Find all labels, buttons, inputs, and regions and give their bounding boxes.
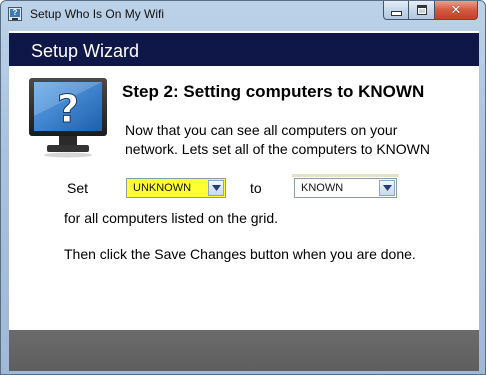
set-label: Set <box>67 180 89 196</box>
chevron-down-icon <box>211 185 221 191</box>
to-dropdown-button[interactable] <box>379 180 395 196</box>
from-dropdown-button[interactable] <box>208 180 224 196</box>
to-label: to <box>250 180 262 196</box>
close-button[interactable]: ✕ <box>435 1 478 20</box>
intro-text-line-1: Now that you can see all computers on yo… <box>125 122 398 138</box>
intro-text-line-2: network. Lets set all of the computers t… <box>125 141 431 157</box>
app-icon-glyph: ? <box>10 9 20 17</box>
minimize-icon <box>390 10 402 16</box>
close-icon: ✕ <box>450 2 462 18</box>
from-status-select[interactable]: UNKNOWN <box>126 178 226 198</box>
title-bar[interactable]: ? Setup Who Is On My Wifi ✕ <box>1 1 485 28</box>
monitor-question-illustration: ? <box>29 78 107 158</box>
save-instruction-text: Then click the Save Changes button when … <box>64 246 416 262</box>
app-icon-stand <box>12 18 18 20</box>
wizard-content: Setup Wizard ? Step 2: Setting computers… <box>9 31 479 371</box>
monitor-question-icon: ? <box>27 76 109 158</box>
app-window: ? Setup Who Is On My Wifi ✕ Setup Wizard <box>0 0 486 375</box>
caption-buttons: ✕ <box>383 1 478 20</box>
app-icon[interactable]: ? <box>8 7 22 21</box>
wizard-footer <box>9 330 479 371</box>
chevron-down-icon <box>382 185 392 191</box>
minimize-button[interactable] <box>383 1 409 20</box>
step-title: Step 2: Setting computers to KNOWN <box>122 82 425 101</box>
maximize-icon <box>416 5 427 15</box>
to-status-select[interactable]: KNOWN <box>292 174 399 198</box>
window-title: Setup Who Is On My Wifi <box>30 7 165 21</box>
wizard-header: Setup Wizard <box>9 33 479 66</box>
from-status-value: UNKNOWN <box>133 182 192 194</box>
monitor-question-glyph: ? <box>57 87 79 131</box>
grid-scope-text: for all computers listed on the grid. <box>64 210 278 226</box>
wizard-title: Setup Wizard <box>31 41 140 61</box>
maximize-button[interactable] <box>409 1 435 20</box>
to-status-value: KNOWN <box>301 182 344 194</box>
